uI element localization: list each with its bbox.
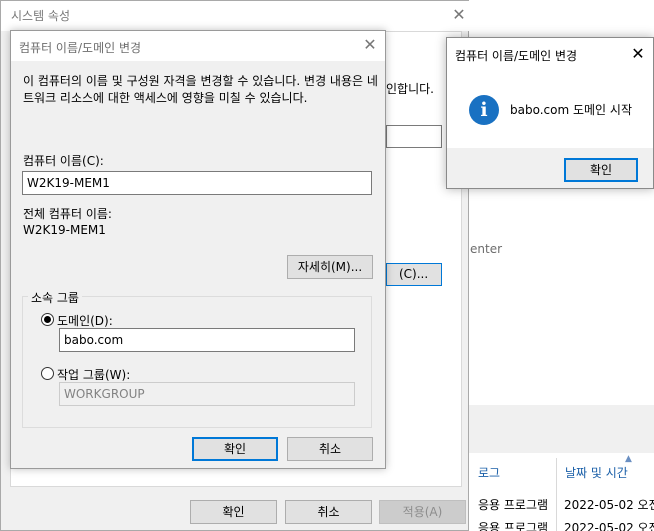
description-fragment: 인합니다. — [386, 82, 434, 96]
ok-button[interactable]: 확인 — [564, 158, 638, 182]
close-icon[interactable]: ✕ — [361, 35, 379, 55]
computer-description-field[interactable] — [386, 125, 442, 148]
event-viewer-band — [469, 405, 654, 453]
change-button[interactable]: (C)... — [386, 263, 442, 286]
event-row-datetime[interactable]: 2022-05-02 오전 — [564, 519, 654, 531]
welcome-message-box: 컴퓨터 이름/도메인 변경 ✕ i babo.com 도메인 시작 확인 — [446, 37, 654, 189]
member-of-label: 소속 그룹 — [28, 289, 82, 306]
event-row-log[interactable]: 응용 프로그램 — [478, 496, 548, 513]
cancel-button[interactable]: 취소 — [287, 437, 373, 461]
info-icon: i — [469, 95, 499, 125]
message-box-title: 컴퓨터 이름/도메인 변경 — [455, 49, 578, 63]
column-header-datetime[interactable]: 날짜 및 시간 — [565, 464, 628, 481]
system-properties-titlebar — [1, 1, 470, 31]
computer-name-change-dialog: 컴퓨터 이름/도메인 변경 ✕ 이 컴퓨터의 이름 및 구성원 자격을 변경할 … — [10, 30, 386, 469]
workgroup-label[interactable]: 작업 그룹(W): — [57, 366, 130, 383]
event-row-log[interactable]: 응용 프로그램 — [478, 519, 548, 531]
more-button[interactable]: 자세히(M)... — [287, 255, 373, 279]
column-separator — [556, 458, 557, 531]
ok-button[interactable]: 확인 — [192, 437, 278, 461]
system-properties-title: 시스템 속성 — [11, 9, 71, 23]
event-row-datetime[interactable]: 2022-05-02 오전 — [564, 496, 654, 513]
sort-arrow-icon: ▲ — [625, 454, 632, 464]
background-text-fragment: enter — [470, 242, 503, 256]
domain-input[interactable]: babo.com — [59, 328, 355, 352]
close-icon[interactable]: ✕ — [450, 5, 468, 25]
close-icon[interactable]: ✕ — [629, 44, 647, 64]
apply-button[interactable]: 적용(A) — [379, 500, 466, 524]
full-computer-name-label: 전체 컴퓨터 이름: — [23, 207, 112, 221]
workgroup-radio[interactable] — [41, 367, 54, 380]
dialog-description: 이 컴퓨터의 이름 및 구성원 자격을 변경할 수 있습니다. 변경 내용은 네… — [23, 74, 378, 105]
cancel-button[interactable]: 취소 — [285, 500, 372, 524]
computer-name-input[interactable]: W2K19-MEM1 — [22, 171, 372, 195]
workgroup-input[interactable]: WORKGROUP — [59, 382, 355, 406]
computer-name-label: 컴퓨터 이름(C): — [23, 154, 104, 168]
domain-radio[interactable] — [41, 313, 54, 326]
ok-button[interactable]: 확인 — [190, 500, 277, 524]
domain-label[interactable]: 도메인(D): — [57, 312, 113, 329]
dialog-title: 컴퓨터 이름/도메인 변경 — [19, 41, 142, 55]
full-computer-name-value: W2K19-MEM1 — [23, 223, 106, 237]
message-text: babo.com 도메인 시작 — [510, 103, 632, 117]
column-header-log[interactable]: 로그 — [478, 464, 500, 481]
